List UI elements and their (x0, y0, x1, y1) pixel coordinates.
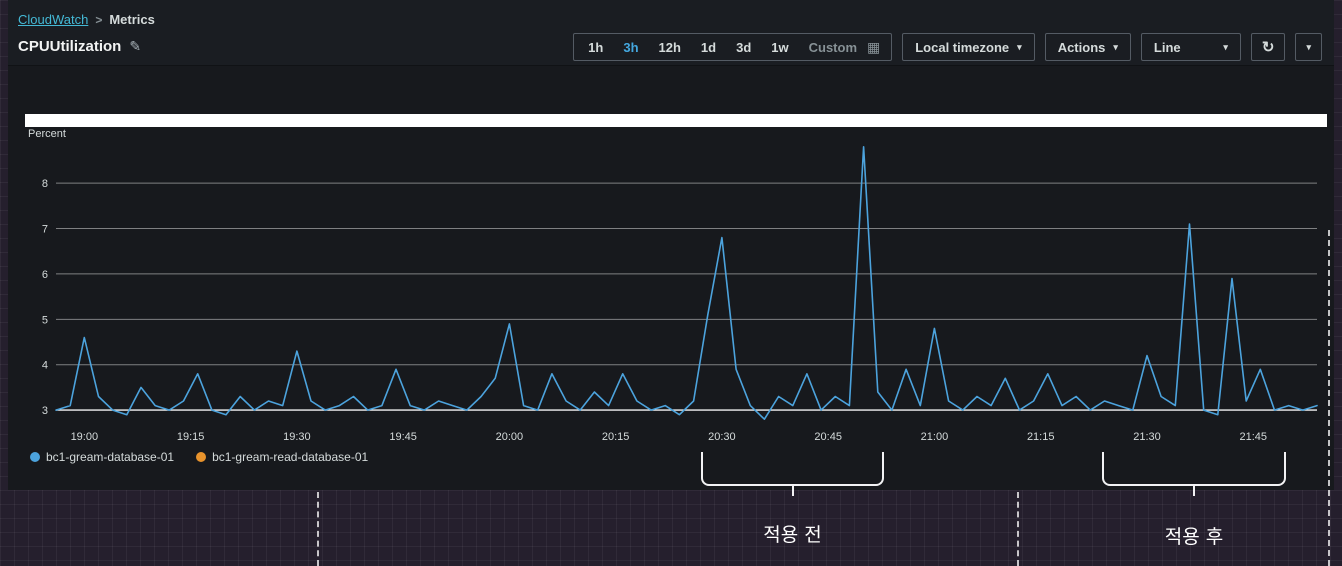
svg-text:4: 4 (42, 360, 48, 372)
annotation-label-before: 적용 전 (763, 524, 822, 546)
timezone-dropdown[interactable]: Local timezone ▾ (902, 33, 1035, 61)
svg-text:20:45: 20:45 (814, 431, 842, 443)
actions-button[interactable]: Actions ▾ (1044, 33, 1131, 61)
series-color-dot (30, 452, 40, 462)
annotation-brace-before (701, 452, 884, 496)
page-title: CPUUtilization (18, 38, 122, 55)
cloudwatch-panel: CloudWatch > Metrics CPUUtilization ✎ 1h… (8, 0, 1334, 490)
chart-type-dropdown[interactable]: Line ▾ (1140, 33, 1241, 61)
svg-text:5: 5 (42, 314, 48, 326)
actions-label: Actions (1057, 39, 1106, 55)
breadcrumb-link-cloudwatch[interactable]: CloudWatch (18, 12, 88, 27)
guide-line-left (317, 492, 319, 566)
more-options-button[interactable]: ▾ (1295, 33, 1322, 61)
header: CloudWatch > Metrics CPUUtilization ✎ 1h… (8, 0, 1334, 66)
legend-item[interactable]: bc1-gream-database-01 (30, 450, 174, 464)
svg-text:7: 7 (42, 224, 48, 236)
time-range-control: 1h 3h 12h 1d 3d 1w Custom ▦ (573, 33, 893, 61)
refresh-icon: ↻ (1261, 39, 1275, 56)
time-range-custom[interactable]: Custom (799, 40, 867, 55)
svg-text:21:00: 21:00 (921, 431, 949, 443)
svg-text:21:45: 21:45 (1239, 431, 1267, 443)
axis-unit-label: Percent (28, 128, 66, 140)
time-range-3d[interactable]: 3d (726, 40, 761, 55)
masked-region (25, 114, 1327, 127)
svg-text:19:30: 19:30 (283, 431, 311, 443)
guide-line-center (1017, 492, 1019, 566)
timezone-label: Local timezone (915, 39, 1010, 55)
breadcrumb-item-metrics: Metrics (109, 12, 155, 27)
annotation-brace-after (1102, 452, 1286, 496)
svg-text:6: 6 (42, 269, 48, 281)
cpu-utilization-chart[interactable]: 3 4 5 6 7 8 19:00 19:15 19:30 19:45 20:00 20:15 20:3… (22, 140, 1322, 446)
chevron-down-icon: ▾ (1017, 41, 1022, 52)
edit-icon[interactable]: ✎ (129, 38, 141, 55)
time-range-1h[interactable]: 1h (578, 40, 613, 55)
series-color-dot (196, 452, 207, 462)
legend-item[interactable]: bc1-gream-read-database-01 (196, 450, 368, 464)
breadcrumb: CloudWatch > Metrics (18, 12, 155, 27)
title-row: CPUUtilization ✎ (18, 38, 141, 55)
guide-line-right (1328, 230, 1330, 566)
chart-legend: bc1-gream-database-01 bc1-gream-read-dat… (30, 450, 368, 464)
time-range-1w[interactable]: 1w (761, 40, 798, 55)
annotation-label-after: 적용 후 (1164, 526, 1224, 548)
chevron-down-icon: ▾ (1113, 41, 1118, 52)
svg-text:20:15: 20:15 (602, 431, 630, 443)
chevron-down-icon: ▾ (1306, 41, 1311, 52)
svg-text:21:30: 21:30 (1133, 431, 1161, 443)
breadcrumb-separator-icon: > (95, 12, 103, 27)
refresh-button[interactable]: ↻ (1250, 33, 1286, 61)
time-range-3h[interactable]: 3h (613, 40, 648, 55)
chart-plot[interactable]: 3 4 5 6 7 8 19:00 19:15 19:30 19:45 20:00 20:15 20:3… (22, 140, 1322, 446)
series-name: bc1-gream-read-database-01 (212, 450, 369, 464)
svg-text:19:45: 19:45 (389, 431, 417, 443)
chevron-down-icon: ▾ (1223, 41, 1228, 52)
svg-text:8: 8 (42, 178, 48, 190)
svg-text:20:30: 20:30 (708, 431, 736, 443)
svg-text:19:15: 19:15 (177, 431, 205, 443)
time-range-1d[interactable]: 1d (691, 40, 726, 55)
series-name: bc1-gream-database-01 (46, 450, 175, 464)
svg-text:3: 3 (42, 405, 48, 417)
time-range-12h[interactable]: 12h (649, 40, 691, 55)
svg-text:20:00: 20:00 (496, 431, 524, 443)
svg-text:19:00: 19:00 (71, 431, 99, 443)
svg-text:21:15: 21:15 (1027, 431, 1055, 443)
calendar-icon[interactable]: ▦ (867, 39, 887, 56)
toolbar: 1h 3h 12h 1d 3d 1w Custom ▦ Local timezo… (573, 33, 1322, 61)
chart-type-label: Line (1153, 39, 1181, 55)
